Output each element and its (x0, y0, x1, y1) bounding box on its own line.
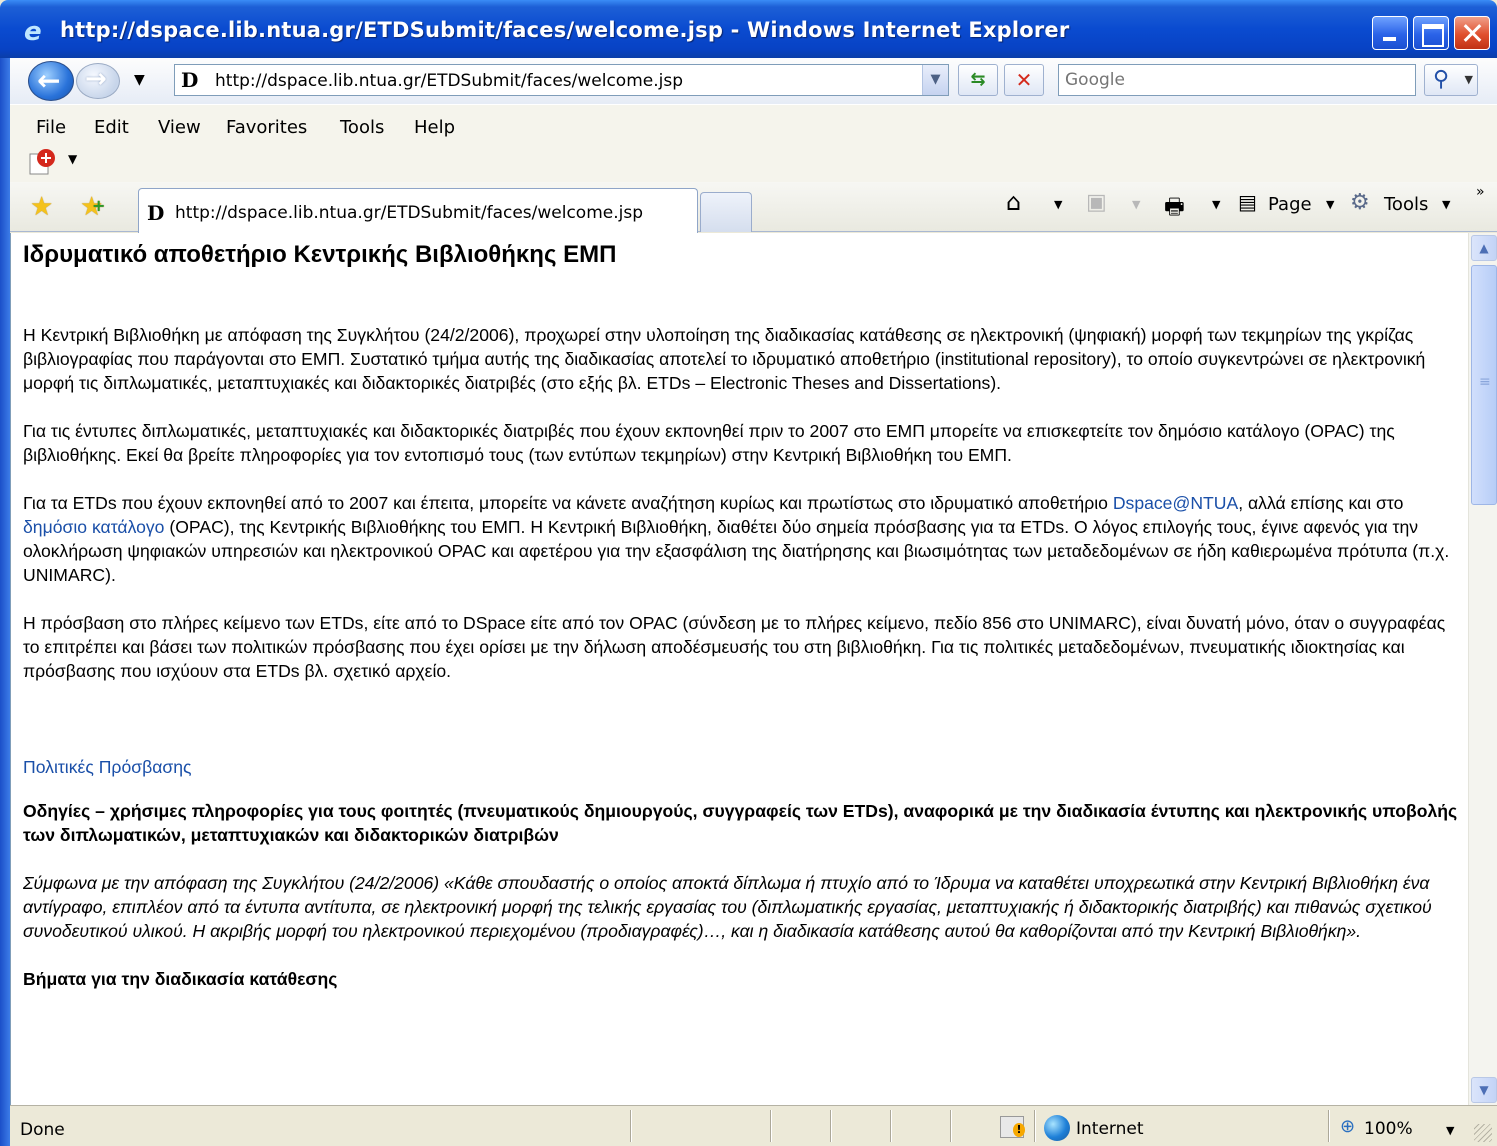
tab-toolbar: ★ ★ D http://dspace.lib.ntua.gr/ETDSubmi… (10, 182, 1497, 234)
search-input[interactable] (1059, 65, 1415, 95)
zoom-icon: ⊕ (1340, 1116, 1356, 1137)
new-tab-button[interactable] (700, 192, 752, 232)
add-favorite-star-icon[interactable]: ★ (80, 192, 106, 222)
scroll-thumb[interactable] (1471, 265, 1497, 505)
resize-grip[interactable] (1474, 1124, 1492, 1142)
steps-heading: Βήματα για την διαδικασία κατάθεσης (23, 969, 338, 989)
addon-toolbar: ▼ (10, 144, 1497, 182)
status-divider (950, 1110, 952, 1142)
page-menu-button[interactable]: Page (1268, 194, 1312, 215)
ie-window: e http://dspace.lib.ntua.gr/ETDSubmit/fa… (0, 0, 1497, 1146)
menu-help[interactable]: Help (414, 117, 455, 138)
tools-dropdown-icon[interactable]: ▼ (1442, 198, 1450, 211)
search-button[interactable]: ⚲ ▼ (1424, 64, 1478, 96)
window-title: http://dspace.lib.ntua.gr/ETDSubmit/face… (60, 18, 1070, 42)
address-dropdown-icon[interactable]: ▼ (922, 65, 948, 95)
etds-access-paragraph: Για τα ETDs που έχουν εκπονηθεί από το 2… (23, 491, 1463, 587)
gear-icon: ⚙ (1350, 190, 1370, 215)
home-icon[interactable]: ⌂ (1006, 188, 1021, 216)
recent-pages-dropdown-icon[interactable]: ▼ (134, 72, 145, 88)
scroll-down-button[interactable]: ▼ (1471, 1077, 1497, 1103)
dspace-favicon-icon: D (181, 68, 199, 92)
menu-file[interactable]: File (36, 117, 66, 138)
page-viewport[interactable]: Ιδρυματικό αποθετήριο Κεντρικής Βιβλιοθή… (10, 233, 1468, 1105)
opac-paragraph: Για τις έντυπες διπλωματικές, μεταπτυχια… (23, 421, 1395, 465)
senate-decision-quote: Σύμφωνα με την απόφαση της Συγκλήτου (24… (23, 873, 1432, 941)
menu-favorites[interactable]: Favorites (226, 117, 307, 138)
scroll-up-button[interactable]: ▲ (1471, 235, 1497, 261)
chevron-more-icon[interactable]: » (1476, 184, 1485, 200)
access-policies-link[interactable]: Πολιτικές Πρόσβασης (23, 757, 192, 777)
address-toolbar: ▼ D http://dspace.lib.ntua.gr/ETDSubmit/… (10, 58, 1497, 104)
dspace-favicon-icon: D (147, 201, 165, 225)
status-divider (1328, 1110, 1330, 1142)
search-box[interactable] (1058, 64, 1416, 96)
page-dropdown-icon[interactable]: ▼ (1326, 198, 1334, 211)
pdf-dropdown-icon[interactable]: ▼ (68, 152, 77, 166)
zoom-level[interactable]: 100% (1364, 1119, 1413, 1139)
status-bar: Done Internet ⊕ 100% ▼ (10, 1105, 1497, 1146)
window-frame-left (0, 58, 10, 1146)
status-text: Done (20, 1120, 65, 1140)
guidelines-heading: Οδηγίες – χρήσιμες πληροφορίες για τους … (23, 801, 1458, 845)
fulltext-paragraph: Η πρόσβαση στο πλήρες κείμενο των ETDs, … (23, 613, 1446, 681)
etds-text-1: Για τα ETDs που έχουν εκπονηθεί από το 2… (23, 493, 1113, 513)
feeds-dropdown-icon[interactable]: ▼ (1132, 198, 1140, 211)
etds-text-2: , αλλά επίσης και στο (1238, 493, 1404, 513)
home-dropdown-icon[interactable]: ▼ (1054, 198, 1062, 211)
vertical-scrollbar[interactable]: ▲ ▼ (1468, 233, 1497, 1105)
page-icon: ▤ (1238, 190, 1257, 214)
security-zone-label[interactable]: Internet (1076, 1119, 1144, 1139)
refresh-button[interactable]: ⇆ (958, 64, 998, 96)
search-options-dropdown-icon[interactable]: ▼ (1465, 73, 1473, 86)
print-icon[interactable]: 🖶 (1164, 190, 1185, 228)
public-catalog-link[interactable]: δημόσιο κατάλογο (23, 517, 164, 537)
dspace-ntua-link[interactable]: Dspace@NTUA (1113, 493, 1238, 513)
feeds-icon[interactable]: ▣ (1086, 190, 1107, 215)
minimize-button[interactable] (1372, 16, 1408, 50)
search-icon: ⚲ (1433, 67, 1450, 92)
close-button[interactable] (1454, 16, 1490, 50)
address-url[interactable]: http://dspace.lib.ntua.gr/ETDSubmit/face… (215, 71, 683, 91)
page-title: Ιδρυματικό αποθετήριο Κεντρικής Βιβλιοθή… (23, 241, 617, 268)
menu-tools[interactable]: Tools (340, 117, 384, 138)
page-body: Ιδρυματικό αποθετήριο Κεντρικής Βιβλιοθή… (23, 239, 1463, 1015)
status-divider (1034, 1110, 1036, 1142)
status-divider (770, 1110, 772, 1142)
title-bar[interactable]: e http://dspace.lib.ntua.gr/ETDSubmit/fa… (0, 0, 1497, 58)
menu-bar: File Edit View Favorites Tools Help (10, 104, 1497, 144)
menu-view[interactable]: View (158, 117, 201, 138)
favorites-center-star-icon[interactable]: ★ (30, 192, 53, 222)
print-dropdown-icon[interactable]: ▼ (1212, 198, 1220, 211)
back-button[interactable] (28, 61, 74, 101)
intro-paragraph: Η Κεντρική Βιβλιοθήκη με απόφαση της Συγ… (23, 325, 1426, 393)
security-warning-icon[interactable] (1000, 1116, 1025, 1138)
tab-label: http://dspace.lib.ntua.gr/ETDSubmit/face… (175, 203, 643, 223)
forward-button[interactable] (76, 63, 120, 99)
pdf-convert-icon[interactable] (28, 148, 58, 176)
zoom-dropdown-icon[interactable]: ▼ (1446, 1124, 1454, 1137)
tab-current-page[interactable]: D http://dspace.lib.ntua.gr/ETDSubmit/fa… (138, 188, 698, 234)
etds-text-3: (OPAC), της Κεντρικής Βιβλιοθήκης του ΕΜ… (23, 517, 1450, 585)
status-divider (890, 1110, 892, 1142)
status-divider (830, 1110, 832, 1142)
internet-zone-globe-icon (1044, 1115, 1070, 1141)
tools-menu-button[interactable]: Tools (1384, 194, 1428, 215)
address-bar[interactable]: D http://dspace.lib.ntua.gr/ETDSubmit/fa… (174, 64, 949, 96)
status-divider (630, 1110, 632, 1142)
ie-logo-icon: e (24, 17, 42, 47)
menu-edit[interactable]: Edit (94, 117, 129, 138)
maximize-button[interactable] (1413, 16, 1449, 50)
stop-button[interactable]: ✕ (1004, 64, 1044, 96)
